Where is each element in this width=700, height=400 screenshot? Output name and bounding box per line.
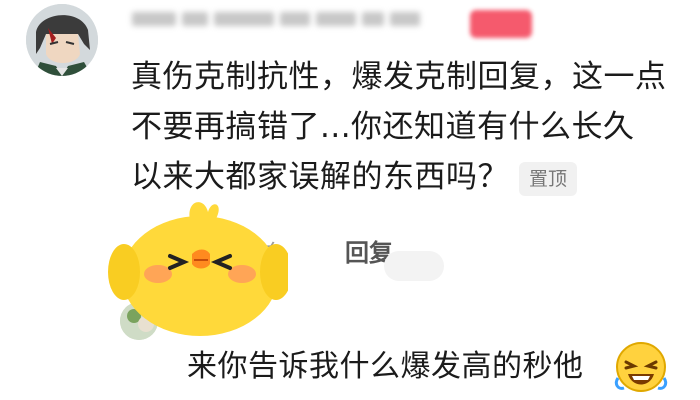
pinned-tag: 置顶 — [519, 161, 578, 196]
avatar-icon — [26, 4, 98, 76]
user-avatar[interactable] — [26, 4, 98, 76]
username-blurred — [132, 10, 467, 28]
level-badge — [470, 10, 532, 38]
chick-sticker-icon — [108, 202, 288, 336]
comment-line-2: 不要再搞错了...你还知道有什么长久 — [131, 109, 635, 145]
reply-text: 来你告诉我什么爆发高的秒他 — [187, 349, 584, 384]
comment-text: 真伤克制抗性，爆发克制回复，这一点 不要再搞错了...你还知道有什么长久 以来大… — [131, 52, 691, 202]
laughing-emoji-icon — [614, 342, 668, 392]
reply-count-pill[interactable] — [384, 251, 444, 281]
comment-line-1: 真伤克制抗性，爆发克制回复，这一点 — [131, 59, 667, 95]
